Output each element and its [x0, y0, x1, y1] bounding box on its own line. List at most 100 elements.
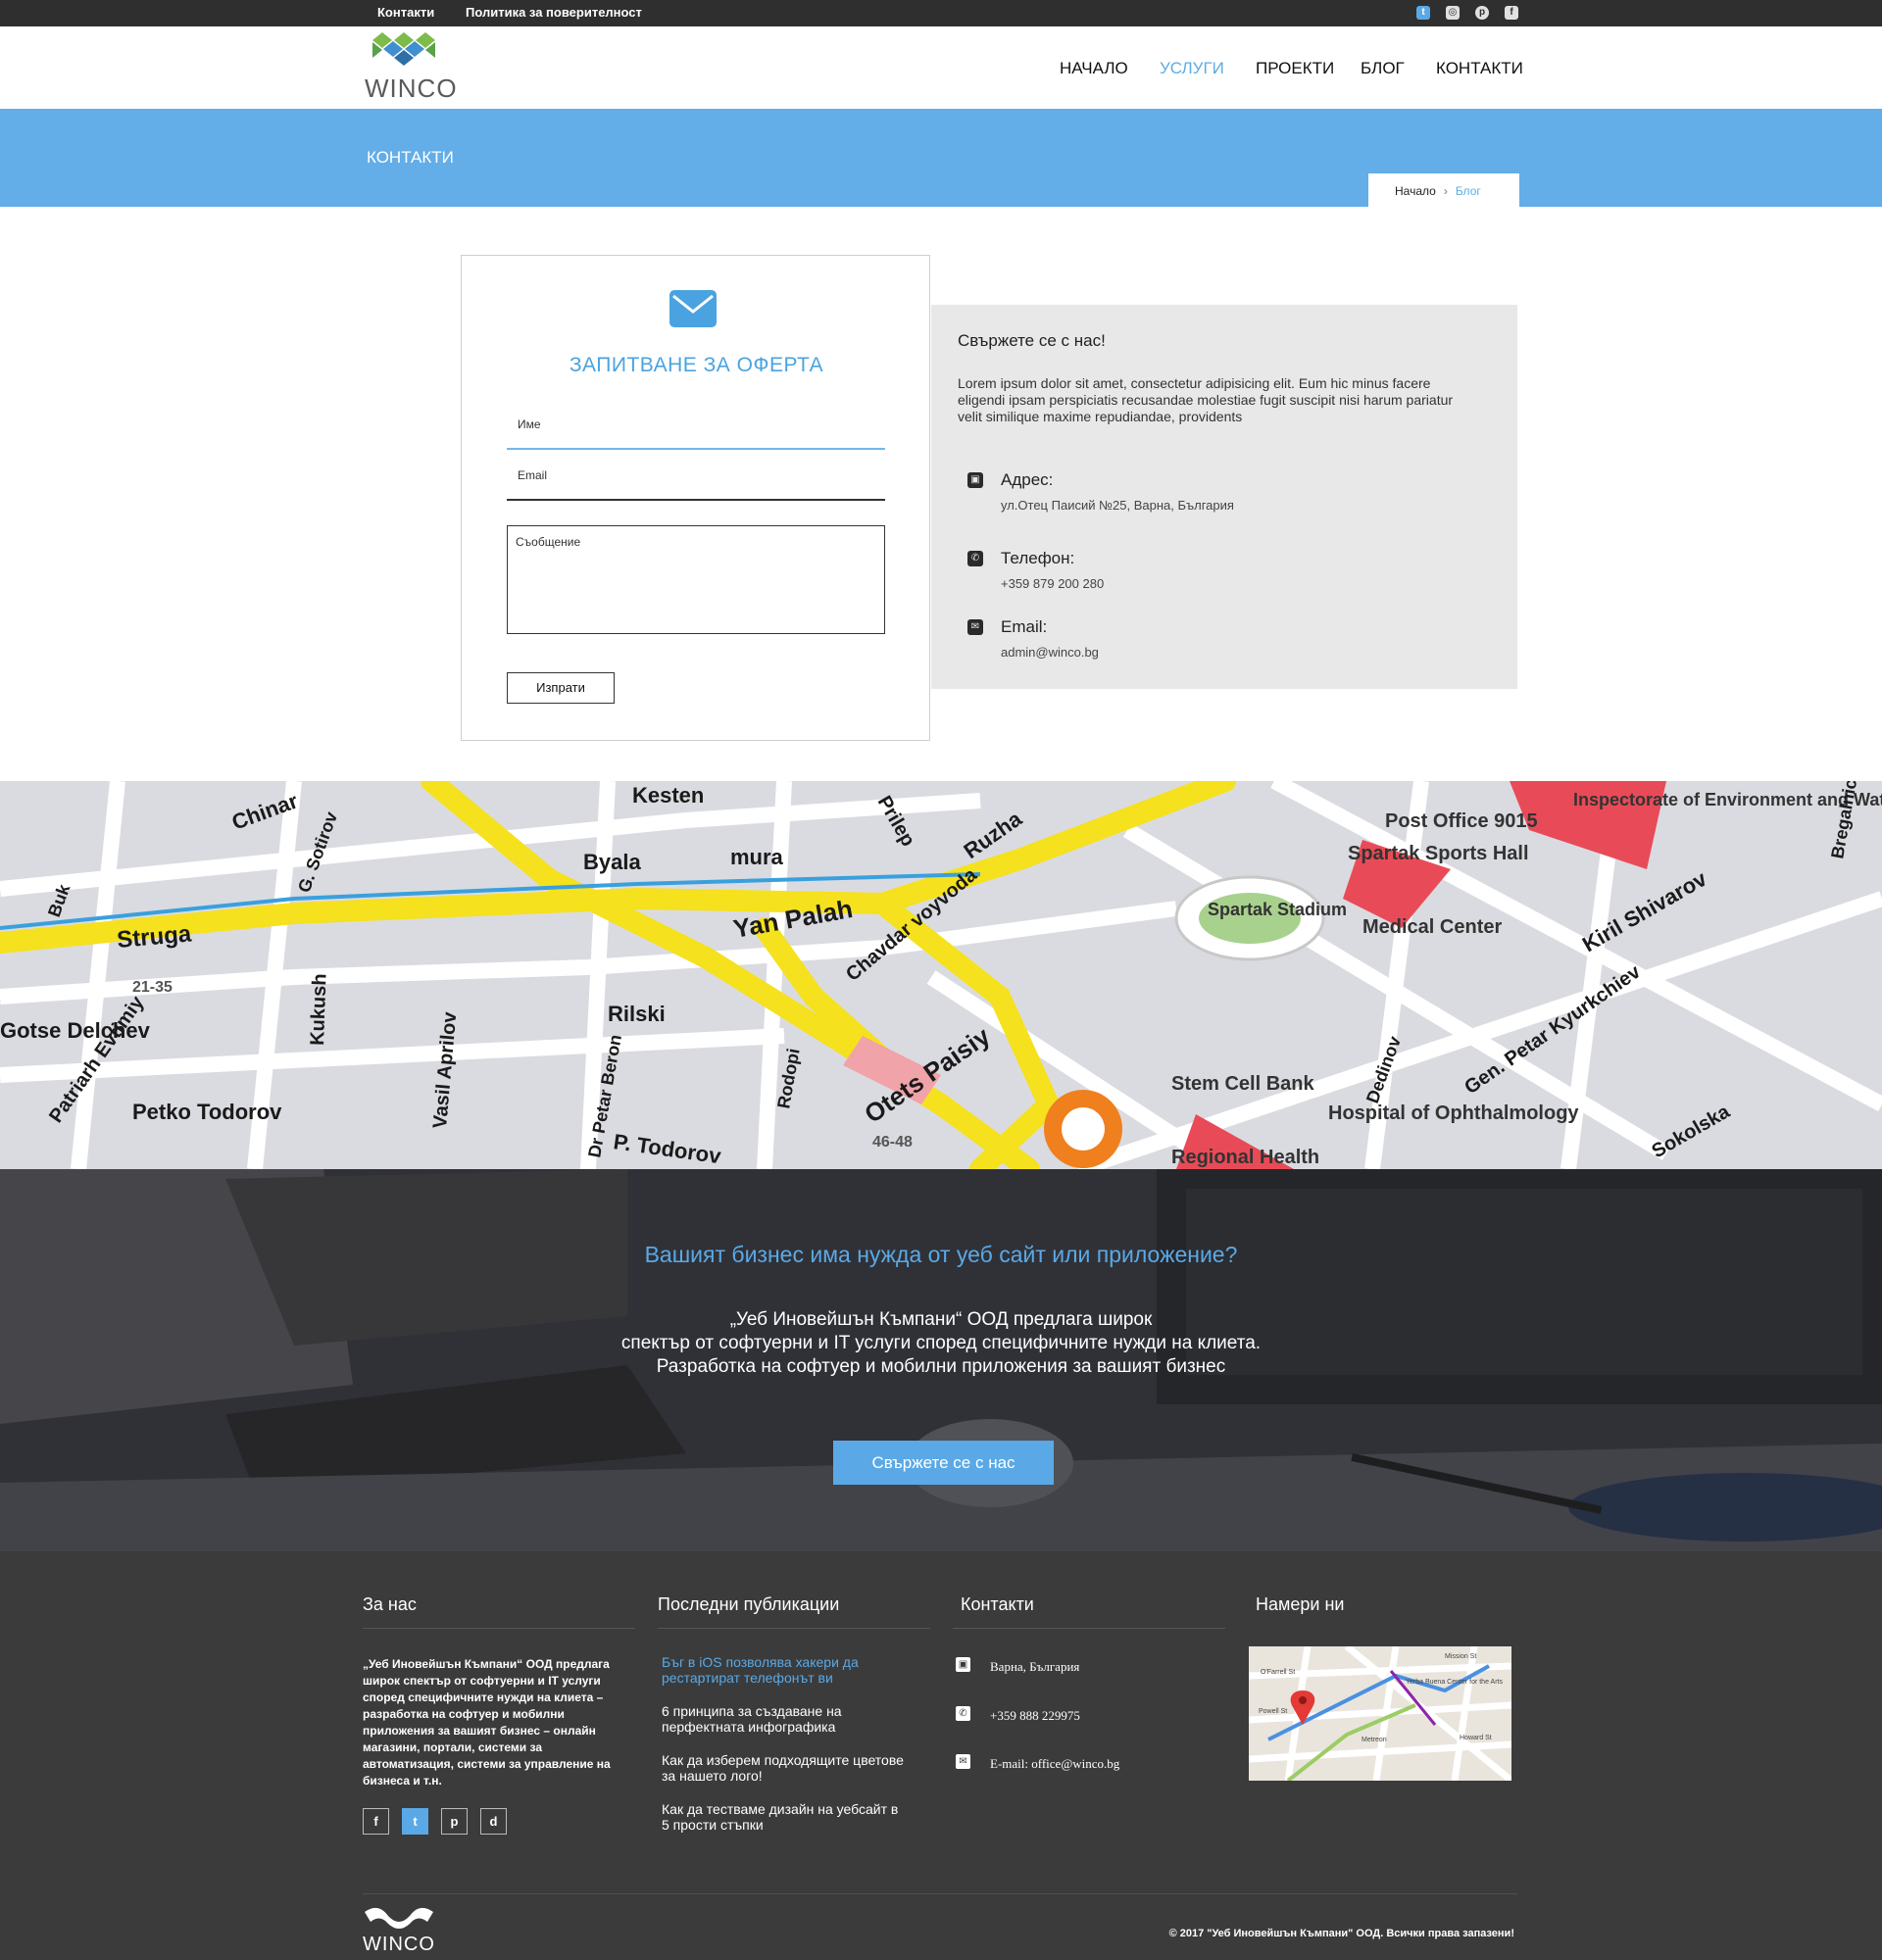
nav-contacts[interactable]: КОНТАКТИ	[1436, 59, 1523, 78]
cta-line: „Уеб Иновейшън Къмпани“ ООД предлага шир…	[729, 1309, 1153, 1330]
post-link[interactable]: Бъг в iOS позволява хакери да рестартира…	[662, 1654, 907, 1686]
map-label: mura	[730, 845, 784, 869]
map-label: Byala	[583, 850, 641, 874]
map-label: Spartak Stadium	[1208, 900, 1347, 919]
footer-about-text: „Уеб Иновейшън Къмпани“ ООД предлага шир…	[363, 1657, 611, 1788]
name-label: Име	[518, 417, 541, 431]
envelope-icon: ✉	[956, 1754, 970, 1769]
map-label: Hospital of Ophthalmology	[1328, 1102, 1579, 1124]
form-title: ЗАПИТВАНЕ ЗА ОФЕРТА	[569, 354, 824, 376]
contact-card-icon: ▣	[967, 472, 983, 488]
footer-map[interactable]: O'Farrell St Powell St Metreon Yerba Bue…	[1249, 1646, 1511, 1781]
chevron-right-icon: ›	[1443, 184, 1448, 198]
map-label: Mission St	[1445, 1653, 1476, 1660]
envelope-open-icon: ✉	[967, 619, 983, 635]
site-header: WINCO НАЧАЛО УСЛУГИ ПРОЕКТИ БЛОГ КОНТАКТ…	[0, 26, 1882, 109]
top-link-privacy[interactable]: Политика за поверителност	[466, 5, 642, 20]
contact-us-button[interactable]: Свържете се с нас	[833, 1441, 1054, 1485]
cta-line: Разработка на софтуер и мобилни приложен…	[656, 1356, 1226, 1377]
footer-address-text: Варна, България	[990, 1659, 1080, 1674]
quote-form: ЗАПИТВАНЕ ЗА ОФЕРТА Име Email Съобщение …	[461, 255, 930, 741]
map-label: Kesten	[632, 783, 704, 808]
cta-title: Вашият бизнес има нужда от уеб сайт или …	[644, 1242, 1238, 1267]
footer-phone-text: +359 888 229975	[990, 1708, 1080, 1723]
twitter-icon[interactable]: t	[402, 1808, 428, 1835]
footer-about-title: За нас	[363, 1594, 417, 1614]
email-info-label: Email:	[1001, 617, 1048, 636]
info-title: Свържете се с нас!	[958, 331, 1106, 350]
phone-icon: ✆	[967, 551, 983, 566]
map-label: Post Office 9015	[1385, 810, 1538, 832]
post-link[interactable]: Как да изберем подходящите цветове за на…	[662, 1752, 907, 1784]
info-text: Lorem ipsum dolor sit amet, consectetur …	[958, 375, 1454, 424]
map-label: Yerba Buena Center for the Arts	[1406, 1679, 1503, 1686]
page-title: КОНТАКТИ	[367, 148, 454, 167]
nav-projects[interactable]: ПРОЕКТИ	[1256, 59, 1334, 78]
copyright: © 2017 "Уеб Иновейшън Къмпани" ООД. Всич…	[1168, 1928, 1514, 1939]
dribbble-icon[interactable]: d	[480, 1808, 507, 1835]
footer-find-title: Намери ни	[1256, 1594, 1345, 1614]
pinterest-icon[interactable]: p	[441, 1808, 468, 1835]
facebook-icon[interactable]: f	[363, 1808, 389, 1835]
footer-divider	[658, 1628, 930, 1629]
map-label: Powell St	[1259, 1708, 1287, 1715]
location-map[interactable]: Kesten Chinar Struga Yan Palah Byala mur…	[0, 781, 1882, 1169]
map-label: Metreon	[1362, 1737, 1387, 1743]
footer-map-graphic: O'Farrell St Powell St Metreon Yerba Bue…	[1249, 1646, 1511, 1781]
nav-blog[interactable]: БЛОГ	[1361, 59, 1405, 78]
address-label: Адрес:	[1001, 470, 1054, 489]
phone-label: Телефон:	[1001, 549, 1075, 567]
breadcrumb-current[interactable]: Блог	[1456, 184, 1481, 198]
cta-text: „Уеб Иновейшън Къмпани“ ООД предлага шир…	[0, 1308, 1882, 1379]
phone-value: +359 879 200 280	[1001, 576, 1105, 591]
dribbble-icon[interactable]: ◎	[1446, 6, 1460, 20]
footer-logo[interactable]: WINCO	[359, 1904, 439, 1955]
map-label: Spartak Sports Hall	[1348, 843, 1529, 864]
map-graphic: Kesten Chinar Struga Yan Palah Byala mur…	[0, 781, 1882, 1169]
email-value[interactable]: admin@winco.bg	[1001, 645, 1099, 660]
map-label: Petko Todorov	[132, 1100, 282, 1124]
post-link[interactable]: Как да тестваме дизайн на уебсайт в 5 пр…	[662, 1801, 907, 1833]
phone-icon: ✆	[956, 1706, 970, 1721]
map-label: Howard St	[1460, 1735, 1492, 1741]
logo-mark-icon	[365, 1907, 433, 1929]
site-footer: За нас „Уеб Иновейшън Къмпани“ ООД предл…	[0, 1551, 1882, 1960]
envelope-icon	[669, 290, 717, 327]
facebook-icon[interactable]: f	[1505, 6, 1518, 20]
name-field[interactable]: Име	[507, 403, 885, 450]
address-value: ул.Отец Паисий №25, Варна, България	[1001, 498, 1234, 513]
logo-mark-icon	[372, 32, 435, 66]
cta-section: Вашият бизнес има нужда от уеб сайт или …	[0, 1169, 1882, 1551]
page-banner: КОНТАКТИ Начало › Блог	[0, 109, 1882, 207]
footer-divider	[953, 1628, 1225, 1629]
contact-card-icon: ▣	[956, 1657, 970, 1672]
send-button[interactable]: Изпрати	[507, 672, 615, 704]
breadcrumb-home[interactable]: Начало	[1395, 184, 1436, 198]
footer-bottom-divider	[363, 1893, 1517, 1894]
email-field[interactable]: Email	[507, 454, 885, 501]
message-field[interactable]: Съобщение	[507, 525, 885, 634]
map-label: Rilski	[608, 1002, 666, 1026]
map-label: Kukush	[307, 973, 331, 1046]
top-link-contacts[interactable]: Контакти	[377, 5, 434, 20]
map-label: 46-48	[872, 1134, 913, 1151]
pinterest-icon[interactable]: p	[1475, 6, 1489, 20]
contact-info-card: Свържете се с нас! Lorem ipsum dolor sit…	[931, 305, 1517, 689]
map-label: O'Farrell St	[1261, 1669, 1295, 1676]
footer-contacts-title: Контакти	[961, 1594, 1034, 1614]
nav-services[interactable]: УСЛУГИ	[1160, 59, 1224, 78]
map-label: 21-35	[132, 979, 173, 996]
footer-email-text[interactable]: E-mail: office@winco.bg	[990, 1756, 1119, 1772]
logo-text: WINCO	[365, 74, 458, 103]
site-logo[interactable]: WINCO	[365, 32, 458, 103]
footer-divider	[363, 1628, 635, 1629]
footer-posts-title: Последни публикации	[658, 1594, 840, 1614]
cta-line: спектър от софтуерни и IT услуги според …	[620, 1333, 1262, 1353]
post-link[interactable]: 6 принципа за създаване на перфектната и…	[662, 1703, 907, 1735]
top-bar: Контакти Политика за поверителност t ◎ p…	[0, 0, 1882, 26]
message-label: Съобщение	[516, 535, 581, 549]
nav-home[interactable]: НАЧАЛО	[1060, 59, 1128, 78]
map-label: Medical Center	[1362, 916, 1502, 938]
twitter-icon[interactable]: t	[1416, 6, 1430, 20]
email-label: Email	[518, 468, 548, 482]
